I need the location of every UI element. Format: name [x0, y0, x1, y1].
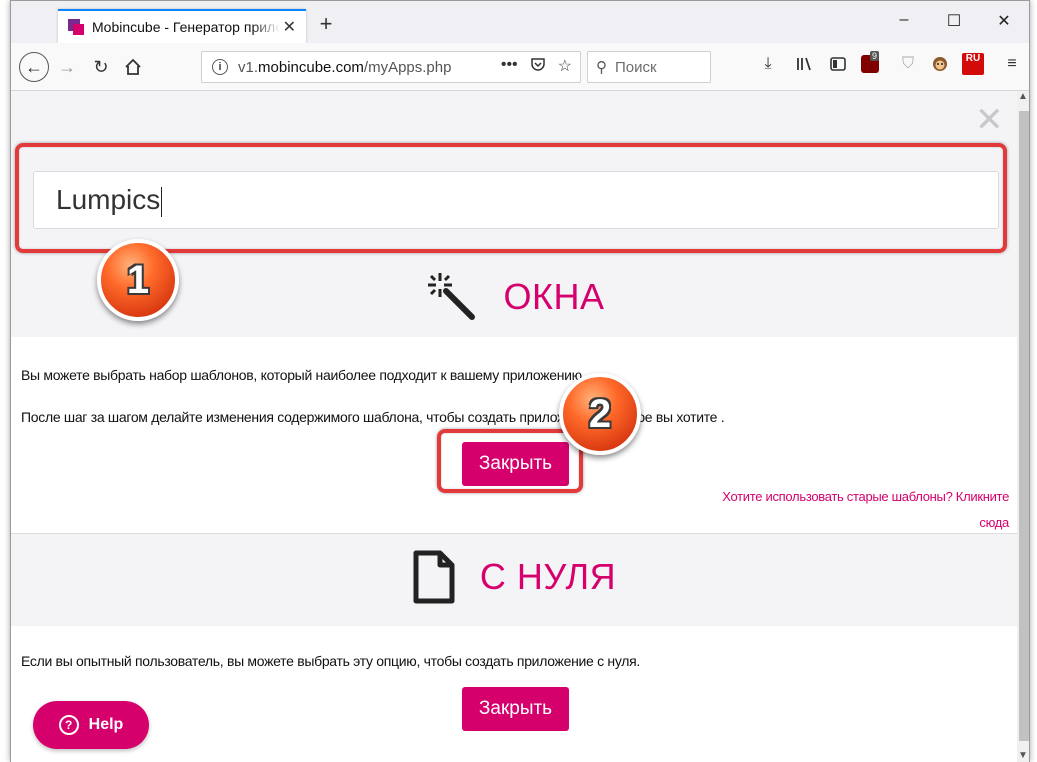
search-icon: ⚲	[596, 59, 607, 76]
info-icon[interactable]: i	[212, 59, 228, 75]
step-marker-2: 2	[559, 373, 641, 455]
address-bar[interactable]: i v1.mobincube.com/myApps.php ••• ☆	[201, 51, 581, 83]
sidebar-icon[interactable]	[827, 55, 849, 79]
document-icon	[413, 550, 455, 604]
section-scratch-header: С НУЛЯ	[11, 549, 1017, 605]
browser-window: Mobincube - Генератор прилож ✕ + – ☐ ✕ ←…	[10, 0, 1030, 762]
shield-icon[interactable]: ⛉	[897, 55, 919, 79]
forward-icon[interactable]: →	[55, 53, 79, 81]
navigation-toolbar: ← → ↻ i v1.mobincube.com/myApps.php ••• …	[11, 43, 1029, 91]
home-icon[interactable]	[121, 53, 145, 81]
new-tab-button[interactable]: +	[314, 11, 338, 37]
help-button[interactable]: ? Help	[33, 701, 149, 749]
section-windows-title: ОКНА	[503, 276, 605, 317]
minimize-button[interactable]: –	[879, 11, 929, 29]
highlight-name-input	[15, 143, 1007, 253]
help-label: Help	[88, 716, 124, 733]
scratch-description: Если вы опытный пользователь, вы можете …	[21, 653, 640, 669]
search-field[interactable]: ⚲ Поиск	[587, 51, 711, 83]
library-icon[interactable]	[793, 55, 815, 79]
downloads-icon[interactable]: ⤓	[757, 55, 779, 79]
mobincube-favicon-icon	[68, 19, 84, 35]
bookmark-star-icon[interactable]: ☆	[558, 56, 572, 77]
page-viewport: ✕ Lumpics ОКНА Вы можете выбрать набор ш…	[11, 91, 1017, 762]
scroll-up-icon[interactable]: ▲	[1018, 91, 1028, 102]
tab-title: Mobincube - Генератор прилож	[92, 19, 280, 35]
close-window-button[interactable]: ✕	[979, 11, 1029, 31]
monkey-icon[interactable]	[929, 55, 951, 79]
highlight-close-button	[437, 429, 583, 493]
browser-tab[interactable]: Mobincube - Генератор прилож ✕	[58, 9, 306, 43]
templates-description-line1: Вы можете выбрать набор шаблонов, которы…	[21, 367, 586, 383]
search-placeholder: Поиск	[615, 58, 657, 76]
section-scratch-title: С НУЛЯ	[479, 556, 617, 597]
ru-extension-icon[interactable]: RU	[962, 53, 984, 75]
url-text: v1.mobincube.com/myApps.php	[238, 58, 452, 76]
pocket-icon[interactable]	[530, 56, 546, 77]
old-templates-link[interactable]: Хотите использовать старые шаблоны? Клик…	[701, 484, 1009, 536]
tab-strip: Mobincube - Генератор прилож ✕ + – ☐ ✕	[11, 1, 1029, 43]
close-dialog-icon[interactable]: ✕	[975, 103, 1004, 137]
tab-close-icon[interactable]: ✕	[283, 17, 296, 37]
ublock-icon[interactable]: 9	[861, 51, 880, 73]
question-icon: ?	[58, 715, 79, 735]
magic-wand-icon	[427, 273, 475, 320]
maximize-button[interactable]: ☐	[929, 11, 979, 31]
vertical-scrollbar[interactable]: ▲ ▼	[1017, 91, 1029, 762]
step-marker-1: 1	[97, 239, 179, 321]
reload-icon[interactable]: ↻	[89, 53, 113, 81]
back-icon[interactable]: ←	[19, 52, 49, 82]
page-actions-icon[interactable]: •••	[501, 56, 518, 77]
scroll-down-icon[interactable]: ▼	[1018, 750, 1028, 761]
menu-icon[interactable]: ≡	[1001, 55, 1023, 79]
close-scratch-button[interactable]: Закрыть	[462, 687, 569, 731]
scroll-thumb[interactable]	[1019, 111, 1029, 741]
